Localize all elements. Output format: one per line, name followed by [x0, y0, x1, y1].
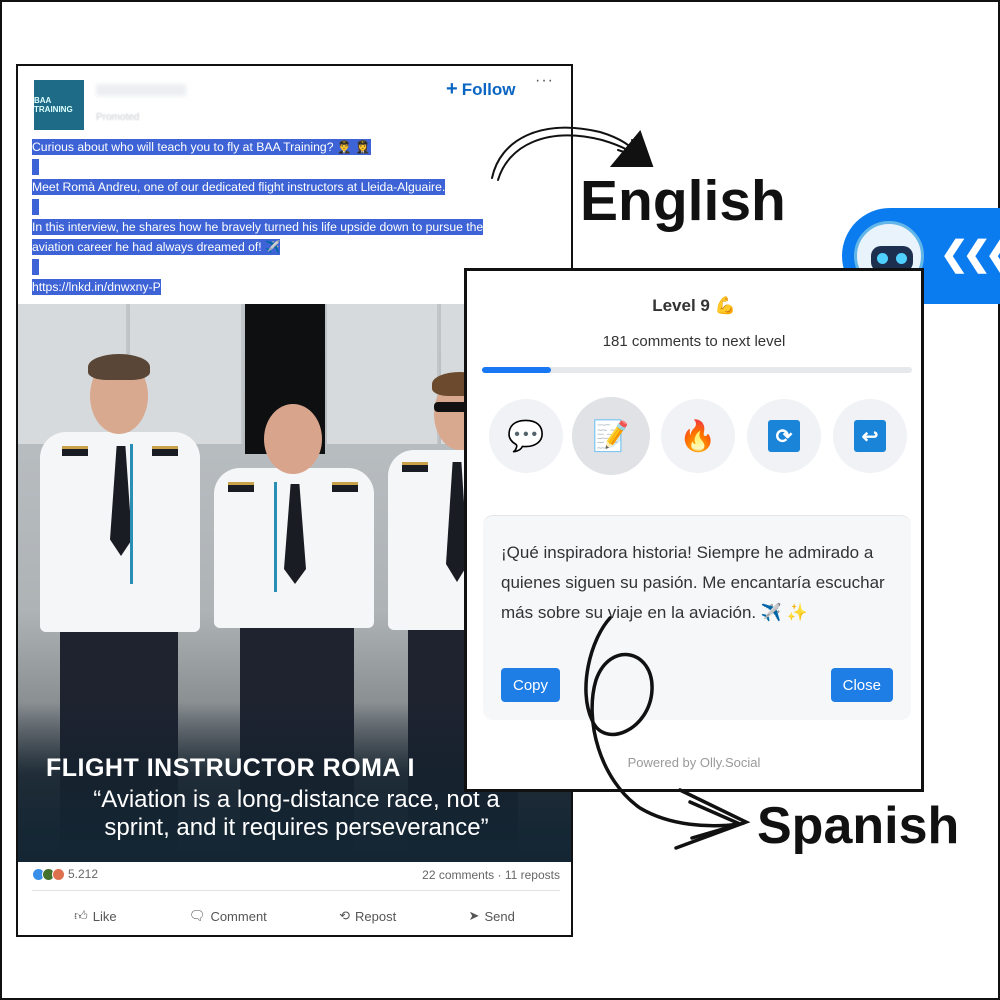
level-progress-bar [482, 367, 912, 373]
powered-by-label: Powered by Olly.Social [627, 755, 761, 770]
olly-panel: Level 9 💪 181 comments to next level 💬 📝… [464, 268, 924, 792]
actions-divider [32, 890, 560, 891]
promoted-label: Promoted [96, 112, 140, 123]
send-button[interactable]: ➤ Send [469, 902, 515, 930]
post-line-1: Curious about who will teach you to fly … [32, 139, 371, 155]
post-link[interactable]: https://lnkd.in/dnwxny-P [32, 279, 161, 295]
chevrons-left-icon: ❮❮❮ [940, 235, 1000, 273]
refresh-icon: ⟳ [768, 420, 800, 452]
photo-title: FLIGHT INSTRUCTOR ROMA I [46, 754, 415, 782]
comment-tone-icon: 💬 [507, 419, 545, 453]
refresh-button[interactable]: ⟳ [747, 399, 821, 473]
comment-label: Comment [210, 908, 267, 924]
tone-buttons: 💬 📝 🔥 ⟳ ↩ [489, 397, 907, 479]
follow-button[interactable]: + Follow [446, 78, 516, 101]
repost-label: Repost [355, 908, 397, 924]
post-actions: 👍︎ Like 🗨 Comment ⟲ Repost ➤ Send [18, 902, 571, 930]
return-icon: ↩ [854, 420, 886, 452]
english-label: English [580, 169, 786, 233]
return-button[interactable]: ↩ [833, 399, 907, 473]
progress-text: 181 comments to next level [602, 333, 786, 350]
comments-reposts-count[interactable]: 22 comments · 11 reposts [422, 868, 560, 882]
repost-icon: ⟲ [339, 908, 351, 923]
write-tone-icon: 📝 [592, 419, 630, 453]
level-progress-fill [482, 367, 551, 373]
blurred-author-name [96, 84, 186, 96]
post-blank-line [32, 159, 39, 175]
level-title: Level 9 💪 [652, 296, 736, 315]
like-button[interactable]: 👍︎ Like [74, 902, 116, 930]
copy-button[interactable]: Copy [501, 668, 561, 702]
close-button[interactable]: Close [830, 668, 893, 702]
repost-button[interactable]: ⟲ Repost [339, 902, 396, 930]
photo-quote-line-2: sprint, and it requires perseverance” [104, 814, 489, 841]
fire-tone-icon: 🔥 [679, 419, 717, 453]
plus-icon: + [446, 78, 458, 100]
post-line-4: aviation career he had always dreamed of… [32, 239, 281, 255]
generated-reply-text: ¡Qué inspiradora historia! Siempre he ad… [501, 543, 885, 622]
thumbs-up-icon: 👍︎ [74, 908, 88, 923]
love-reaction-icon [52, 867, 65, 881]
comment-button[interactable]: 🗨 Comment [189, 902, 267, 930]
company-logo[interactable]: BAA TRAINING [34, 80, 84, 130]
post-blank-line [32, 199, 39, 215]
photo-quote: “Aviation is a long-distance race, not a… [18, 786, 571, 842]
post-stats: 5.212 22 comments · 11 reposts [32, 864, 560, 886]
post-blank-line [32, 259, 39, 275]
comment-tone-button[interactable]: 💬 [489, 399, 563, 473]
like-label: Like [92, 908, 117, 924]
follow-label: Follow [461, 80, 516, 99]
generated-reply-box: ¡Qué inspiradora historia! Siempre he ad… [483, 515, 911, 720]
post-line-3: In this interview, he shares how he brav… [32, 219, 484, 235]
send-icon: ➤ [468, 908, 480, 923]
reaction-count: 5.212 [68, 867, 99, 881]
post-header: BAA TRAINING Promoted + Follow ··· [18, 66, 571, 136]
spanish-label: Spanish [757, 797, 960, 855]
fire-tone-button[interactable]: 🔥 [661, 399, 735, 473]
reactions-summary[interactable]: 5.212 [32, 867, 98, 881]
send-label: Send [484, 908, 515, 924]
write-tone-button[interactable]: 📝 [572, 397, 650, 475]
post-line-2: Meet Romà Andreu, one of our dedicated f… [32, 179, 446, 195]
comment-icon: 🗨 [188, 908, 206, 923]
more-options-button[interactable]: ··· [535, 72, 554, 90]
